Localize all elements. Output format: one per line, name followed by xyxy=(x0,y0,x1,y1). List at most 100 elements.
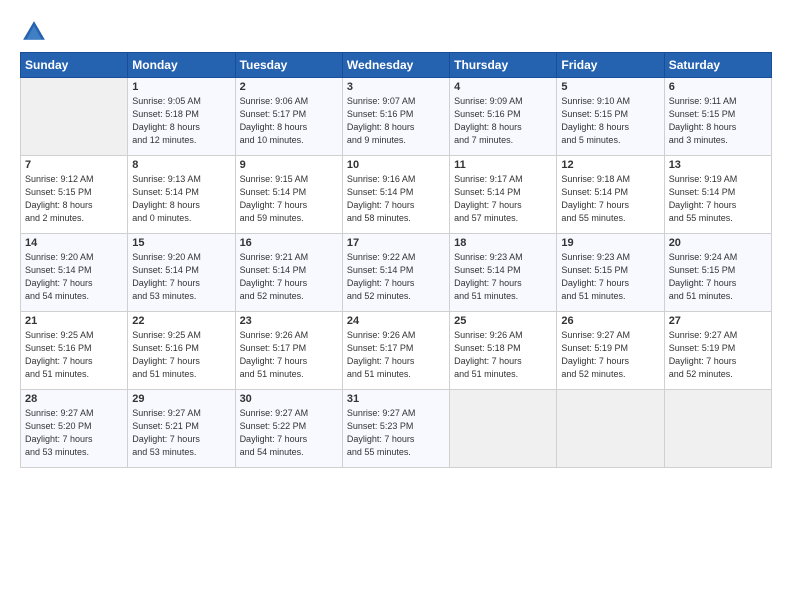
day-number: 24 xyxy=(347,315,445,327)
day-info: Sunrise: 9:25 AM Sunset: 5:16 PM Dayligh… xyxy=(132,329,230,381)
week-row-0: 1 Sunrise: 9:05 AM Sunset: 5:18 PM Daylig… xyxy=(21,78,772,156)
day-number: 14 xyxy=(25,237,123,249)
calendar-cell xyxy=(450,390,557,468)
calendar-cell xyxy=(557,390,664,468)
day-info: Sunrise: 9:19 AM Sunset: 5:14 PM Dayligh… xyxy=(669,173,767,225)
day-info: Sunrise: 9:25 AM Sunset: 5:16 PM Dayligh… xyxy=(25,329,123,381)
day-number: 29 xyxy=(132,393,230,405)
week-row-3: 21Sunrise: 9:25 AM Sunset: 5:16 PM Dayli… xyxy=(21,312,772,390)
day-info: Sunrise: 9:11 AM Sunset: 5:15 PM Dayligh… xyxy=(669,95,767,147)
day-number: 27 xyxy=(669,315,767,327)
day-number: 17 xyxy=(347,237,445,249)
page: SundayMondayTuesdayWednesdayThursdayFrid… xyxy=(0,0,792,612)
day-number: 2 xyxy=(240,81,338,93)
day-info: Sunrise: 9:26 AM Sunset: 5:17 PM Dayligh… xyxy=(240,329,338,381)
day-info: Sunrise: 9:22 AM Sunset: 5:14 PM Dayligh… xyxy=(347,251,445,303)
day-number: 30 xyxy=(240,393,338,405)
day-number: 16 xyxy=(240,237,338,249)
week-row-4: 28 Sunrise: 9:27 AM Sunset: 5:20 PM Dayli… xyxy=(21,390,772,468)
calendar-cell: 18 Sunrise: 9:23 AM Sunset: 5:14 PM Dayli… xyxy=(450,234,557,312)
week-row-2: 14 Sunrise: 9:20 AM Sunset: 5:14 PM Dayli… xyxy=(21,234,772,312)
header xyxy=(20,18,772,46)
day-info: Sunrise: 9:13 AM Sunset: 5:14 PM Dayligh… xyxy=(132,173,230,225)
day-number: 11 xyxy=(454,159,552,171)
day-number: 25 xyxy=(454,315,552,327)
day-info: Sunrise: 9:17 AM Sunset: 5:14 PM Dayligh… xyxy=(454,173,552,225)
logo xyxy=(20,18,52,46)
calendar-cell: 3 Sunrise: 9:07 AM Sunset: 5:16 PM Daylig… xyxy=(342,78,449,156)
day-info: Sunrise: 9:27 AM Sunset: 5:19 PM Dayligh… xyxy=(561,329,659,381)
calendar-cell: 20Sunrise: 9:24 AM Sunset: 5:15 PM Dayli… xyxy=(664,234,771,312)
day-number: 12 xyxy=(561,159,659,171)
day-info: Sunrise: 9:05 AM Sunset: 5:18 PM Dayligh… xyxy=(132,95,230,147)
week-row-1: 7Sunrise: 9:12 AM Sunset: 5:15 PM Daylig… xyxy=(21,156,772,234)
day-number: 9 xyxy=(240,159,338,171)
calendar-cell: 2Sunrise: 9:06 AM Sunset: 5:17 PM Daylig… xyxy=(235,78,342,156)
calendar-cell xyxy=(664,390,771,468)
calendar-cell: 8 Sunrise: 9:13 AM Sunset: 5:14 PM Daylig… xyxy=(128,156,235,234)
calendar-cell: 9 Sunrise: 9:15 AM Sunset: 5:14 PM Daylig… xyxy=(235,156,342,234)
calendar-cell: 29 Sunrise: 9:27 AM Sunset: 5:21 PM Dayli… xyxy=(128,390,235,468)
calendar-cell: 31Sunrise: 9:27 AM Sunset: 5:23 PM Dayli… xyxy=(342,390,449,468)
header-thursday: Thursday xyxy=(450,53,557,78)
header-monday: Monday xyxy=(128,53,235,78)
day-info: Sunrise: 9:27 AM Sunset: 5:19 PM Dayligh… xyxy=(669,329,767,381)
calendar-cell: 28 Sunrise: 9:27 AM Sunset: 5:20 PM Dayli… xyxy=(21,390,128,468)
day-info: Sunrise: 9:26 AM Sunset: 5:17 PM Dayligh… xyxy=(347,329,445,381)
day-number: 8 xyxy=(132,159,230,171)
day-number: 4 xyxy=(454,81,552,93)
day-info: Sunrise: 9:07 AM Sunset: 5:16 PM Dayligh… xyxy=(347,95,445,147)
day-info: Sunrise: 9:20 AM Sunset: 5:14 PM Dayligh… xyxy=(132,251,230,303)
day-number: 13 xyxy=(669,159,767,171)
calendar-table: SundayMondayTuesdayWednesdayThursdayFrid… xyxy=(20,52,772,468)
calendar-cell: 23 Sunrise: 9:26 AM Sunset: 5:17 PM Dayli… xyxy=(235,312,342,390)
day-number: 31 xyxy=(347,393,445,405)
calendar-cell: 27 Sunrise: 9:27 AM Sunset: 5:19 PM Dayli… xyxy=(664,312,771,390)
calendar-cell: 1 Sunrise: 9:05 AM Sunset: 5:18 PM Daylig… xyxy=(128,78,235,156)
calendar-cell: 24 Sunrise: 9:26 AM Sunset: 5:17 PM Dayli… xyxy=(342,312,449,390)
day-number: 20 xyxy=(669,237,767,249)
day-info: Sunrise: 9:15 AM Sunset: 5:14 PM Dayligh… xyxy=(240,173,338,225)
header-wednesday: Wednesday xyxy=(342,53,449,78)
day-info: Sunrise: 9:20 AM Sunset: 5:14 PM Dayligh… xyxy=(25,251,123,303)
calendar-cell: 19Sunrise: 9:23 AM Sunset: 5:15 PM Dayli… xyxy=(557,234,664,312)
calendar-cell: 25 Sunrise: 9:26 AM Sunset: 5:18 PM Dayli… xyxy=(450,312,557,390)
day-number: 28 xyxy=(25,393,123,405)
day-number: 5 xyxy=(561,81,659,93)
day-info: Sunrise: 9:16 AM Sunset: 5:14 PM Dayligh… xyxy=(347,173,445,225)
day-number: 1 xyxy=(132,81,230,93)
day-number: 18 xyxy=(454,237,552,249)
calendar-cell: 30 Sunrise: 9:27 AM Sunset: 5:22 PM Dayli… xyxy=(235,390,342,468)
day-info: Sunrise: 9:27 AM Sunset: 5:22 PM Dayligh… xyxy=(240,407,338,459)
day-info: Sunrise: 9:18 AM Sunset: 5:14 PM Dayligh… xyxy=(561,173,659,225)
calendar-cell: 7Sunrise: 9:12 AM Sunset: 5:15 PM Daylig… xyxy=(21,156,128,234)
calendar-cell: 15Sunrise: 9:20 AM Sunset: 5:14 PM Dayli… xyxy=(128,234,235,312)
calendar-cell: 17 Sunrise: 9:22 AM Sunset: 5:14 PM Dayli… xyxy=(342,234,449,312)
day-number: 22 xyxy=(132,315,230,327)
day-info: Sunrise: 9:27 AM Sunset: 5:21 PM Dayligh… xyxy=(132,407,230,459)
calendar-cell: 4Sunrise: 9:09 AM Sunset: 5:16 PM Daylig… xyxy=(450,78,557,156)
calendar-cell: 14 Sunrise: 9:20 AM Sunset: 5:14 PM Dayli… xyxy=(21,234,128,312)
day-info: Sunrise: 9:21 AM Sunset: 5:14 PM Dayligh… xyxy=(240,251,338,303)
calendar-cell: 6Sunrise: 9:11 AM Sunset: 5:15 PM Daylig… xyxy=(664,78,771,156)
day-number: 3 xyxy=(347,81,445,93)
header-sunday: Sunday xyxy=(21,53,128,78)
day-number: 26 xyxy=(561,315,659,327)
day-info: Sunrise: 9:12 AM Sunset: 5:15 PM Dayligh… xyxy=(25,173,123,225)
calendar-cell: 21Sunrise: 9:25 AM Sunset: 5:16 PM Dayli… xyxy=(21,312,128,390)
header-tuesday: Tuesday xyxy=(235,53,342,78)
day-number: 23 xyxy=(240,315,338,327)
calendar-cell xyxy=(21,78,128,156)
day-info: Sunrise: 9:10 AM Sunset: 5:15 PM Dayligh… xyxy=(561,95,659,147)
day-number: 10 xyxy=(347,159,445,171)
day-info: Sunrise: 9:26 AM Sunset: 5:18 PM Dayligh… xyxy=(454,329,552,381)
day-info: Sunrise: 9:27 AM Sunset: 5:20 PM Dayligh… xyxy=(25,407,123,459)
calendar-cell: 12 Sunrise: 9:18 AM Sunset: 5:14 PM Dayli… xyxy=(557,156,664,234)
header-saturday: Saturday xyxy=(664,53,771,78)
calendar-cell: 26 Sunrise: 9:27 AM Sunset: 5:19 PM Dayli… xyxy=(557,312,664,390)
day-info: Sunrise: 9:23 AM Sunset: 5:15 PM Dayligh… xyxy=(561,251,659,303)
calendar-cell: 22 Sunrise: 9:25 AM Sunset: 5:16 PM Dayli… xyxy=(128,312,235,390)
day-info: Sunrise: 9:23 AM Sunset: 5:14 PM Dayligh… xyxy=(454,251,552,303)
calendar-cell: 5 Sunrise: 9:10 AM Sunset: 5:15 PM Daylig… xyxy=(557,78,664,156)
calendar-cell: 16 Sunrise: 9:21 AM Sunset: 5:14 PM Dayli… xyxy=(235,234,342,312)
